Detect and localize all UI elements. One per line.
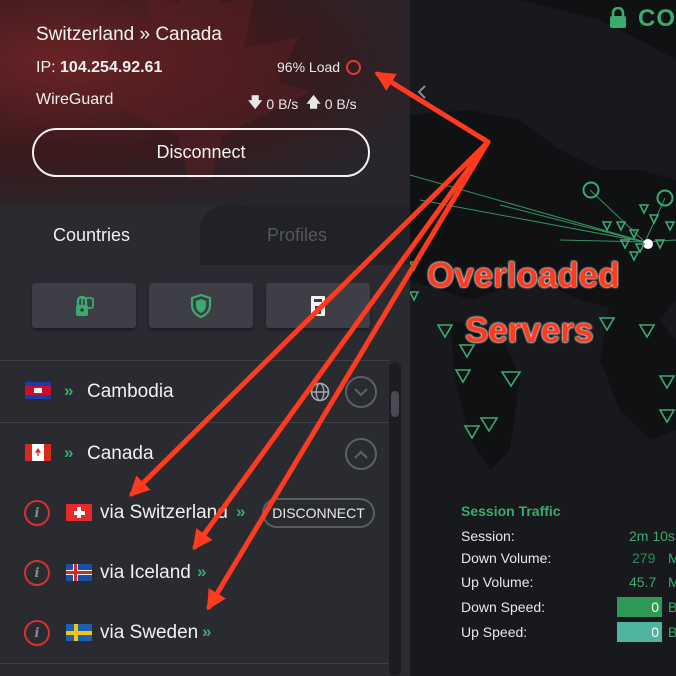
vpn-app-window: Switzerland » Canada IP: 104.254.92.61 9… <box>0 0 676 676</box>
annotation-label-line1: Overloaded <box>427 256 620 295</box>
annotation-label-line2: Servers <box>465 311 594 350</box>
